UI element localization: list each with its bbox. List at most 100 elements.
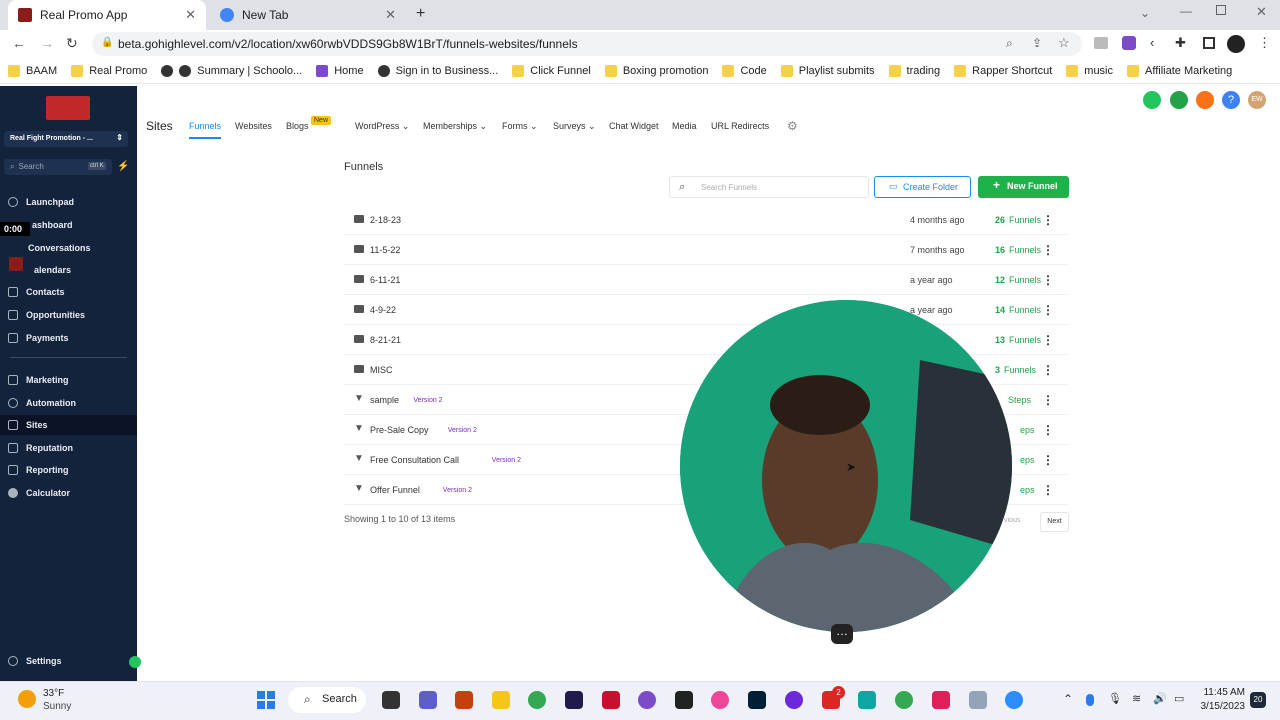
sidebar-item-automation[interactable]: Automation [8, 398, 76, 408]
mic-icon[interactable]: 🎙 [1108, 692, 1122, 705]
app-icon-pink[interactable] [711, 691, 729, 709]
minimize-window-icon[interactable]: — [1180, 4, 1192, 18]
row-count[interactable]: eps [1016, 485, 1035, 495]
sidebar-item-contacts[interactable]: Contacts [8, 287, 65, 297]
row-menu-icon[interactable]: ⋮ [1042, 483, 1054, 497]
bell-icon[interactable] [1196, 91, 1214, 109]
row-menu-icon[interactable]: ⋮ [1042, 213, 1054, 227]
sidebar-item-reputation[interactable]: Reputation [8, 443, 73, 453]
help-icon[interactable]: ? [1222, 91, 1240, 109]
app-icon-purple[interactable] [638, 691, 656, 709]
teams-icon[interactable] [419, 691, 437, 709]
tab-surveys[interactable]: Surveys ⌄ [553, 121, 596, 132]
more-options-icon[interactable]: … [831, 624, 853, 644]
sidebar-item-marketing[interactable]: Marketing [8, 375, 69, 385]
app-icon-gear[interactable] [785, 691, 803, 709]
share-icon[interactable]: ⇪ [1032, 36, 1042, 50]
row-menu-icon[interactable]: ⋮ [1042, 243, 1054, 257]
bookmark-star-icon[interactable]: ☆ [1058, 35, 1070, 51]
create-folder-button[interactable]: ▭ Create Folder [874, 176, 971, 198]
tab-media[interactable]: Media [672, 121, 697, 131]
zoom-icon[interactable]: ⌕ [1006, 36, 1013, 51]
bookmark-baam[interactable]: BAAM [8, 64, 57, 77]
row-name[interactable]: Pre-Sale Copy [370, 425, 429, 435]
row-name[interactable]: MISC [370, 365, 393, 375]
extension-arrow-icon[interactable]: ‹ [1150, 35, 1154, 50]
app-icon-dark[interactable] [675, 691, 693, 709]
sidebar-item-calculator[interactable]: Calculator [8, 488, 70, 498]
row-count[interactable]: eps [1016, 455, 1035, 465]
tab-funnels[interactable]: Funnels [189, 121, 221, 131]
sidebar-item-opportunities[interactable]: Opportunities [8, 310, 85, 320]
premiere-icon[interactable] [565, 691, 583, 709]
row-name[interactable]: Offer Funnel [370, 485, 420, 495]
browser-menu-icon[interactable]: ⋮ [1258, 35, 1271, 51]
close-tab-icon[interactable]: ✕ [185, 7, 196, 23]
row-count[interactable]: Steps [1004, 395, 1031, 405]
chrome-taskbar-icon[interactable] [528, 691, 546, 709]
bookmark-boxing[interactable]: Boxing promotion [604, 64, 708, 77]
bookmark-affiliate[interactable]: Affiliate Marketing [1127, 64, 1232, 77]
row-menu-icon[interactable]: ⋮ [1042, 333, 1054, 347]
row-count[interactable]: eps [1016, 425, 1035, 435]
sidebar-item-conversations[interactable]: Conversations [28, 243, 91, 253]
close-tab-icon[interactable]: ✕ [385, 7, 396, 23]
tab-wordpress[interactable]: WordPress ⌄ [355, 121, 409, 132]
row-name[interactable]: Free Consultation Call [370, 455, 459, 465]
next-button[interactable]: Next [1040, 512, 1069, 532]
row-name[interactable]: 11-5-22 [370, 245, 400, 255]
maximize-window-icon[interactable] [1216, 5, 1226, 15]
sidepanel-icon[interactable] [1203, 37, 1215, 49]
row-menu-icon[interactable]: ⋮ [1042, 423, 1054, 437]
row-name[interactable]: 6-11-21 [370, 275, 400, 285]
taskbar-search[interactable]: ⌕ Search [288, 687, 366, 713]
app-icon-orange[interactable] [455, 691, 473, 709]
row-name[interactable]: 8-21-21 [370, 335, 401, 345]
slack-icon[interactable] [932, 691, 950, 709]
search-funnels-input[interactable]: ⌕ Search Funnels [669, 176, 869, 198]
folder-row[interactable]: 4-9-22 a year ago 14 Funnels ⋮ [344, 295, 1068, 325]
chrome-profile-icon[interactable] [895, 691, 913, 709]
row-menu-icon[interactable]: ⋮ [1042, 363, 1054, 377]
sidebar-item-reporting[interactable]: Reporting [8, 465, 69, 475]
tab-real-promo[interactable]: Real Promo App ✕ [8, 0, 206, 30]
folder-row[interactable]: 11-5-22 7 months ago 16 Funnels ⋮ [344, 235, 1068, 265]
row-menu-icon[interactable]: ⋮ [1042, 303, 1054, 317]
tab-websites[interactable]: Websites [235, 121, 272, 131]
close-window-icon[interactable]: ✕ [1256, 4, 1267, 20]
back-arrow-icon[interactable]: ← [12, 35, 26, 51]
bookmark-real-promo[interactable]: Real Promo [71, 64, 147, 77]
row-name[interactable]: 4-9-22 [370, 305, 396, 315]
tab-blogs[interactable]: Blogs [286, 121, 309, 131]
sidebar-item-settings[interactable]: Settings [8, 656, 62, 666]
extensions-puzzle-icon[interactable]: ✚ [1175, 35, 1186, 51]
clock-time[interactable]: 11:45 AM [1203, 687, 1245, 698]
zoom-icon[interactable] [1005, 691, 1023, 709]
sidebar-item-sites[interactable]: Sites [8, 420, 48, 430]
folder-row[interactable]: 6-11-21 a year ago 12 Funnels ⋮ [344, 265, 1068, 295]
bookmark-rapper[interactable]: Rapper Shortcut [954, 64, 1052, 77]
settings-gear-icon[interactable]: ⚙ [787, 119, 798, 133]
row-menu-icon[interactable]: ⋮ [1042, 453, 1054, 467]
row-count[interactable]: 13 Funnels [995, 335, 1041, 345]
bookmark-code[interactable]: Code [722, 64, 767, 77]
bookmark-summary[interactable]: Summary | Schoolo... [161, 64, 302, 77]
account-switcher[interactable]: Real Fight Promotion - ... ⇕ [4, 131, 128, 147]
row-count[interactable]: 14 Funnels [995, 305, 1041, 315]
tab-url-redirects[interactable]: URL Redirects [711, 121, 769, 131]
collapse-sidebar-icon[interactable] [129, 656, 141, 668]
tab-memberships[interactable]: Memberships ⌄ [423, 121, 487, 132]
sidebar-item-payments[interactable]: Payments [8, 333, 69, 343]
reload-icon[interactable]: ↻ [66, 35, 78, 52]
photoshop-icon[interactable] [748, 691, 766, 709]
tab-forms[interactable]: Forms ⌄ [502, 121, 538, 132]
notification-center[interactable]: 20 [1250, 692, 1266, 708]
tab-chat-widget[interactable]: Chat Widget [609, 121, 659, 131]
row-count[interactable]: 16 Funnels [995, 245, 1041, 255]
bluetooth-icon[interactable] [1086, 694, 1094, 706]
phone-icon[interactable] [1143, 91, 1161, 109]
wifi-icon[interactable]: ≋ [1132, 692, 1141, 705]
extension-code-icon[interactable] [1094, 37, 1108, 49]
stop-recording-icon[interactable] [9, 257, 23, 271]
sidebar-item-calendars[interactable]: alendars [34, 265, 71, 275]
